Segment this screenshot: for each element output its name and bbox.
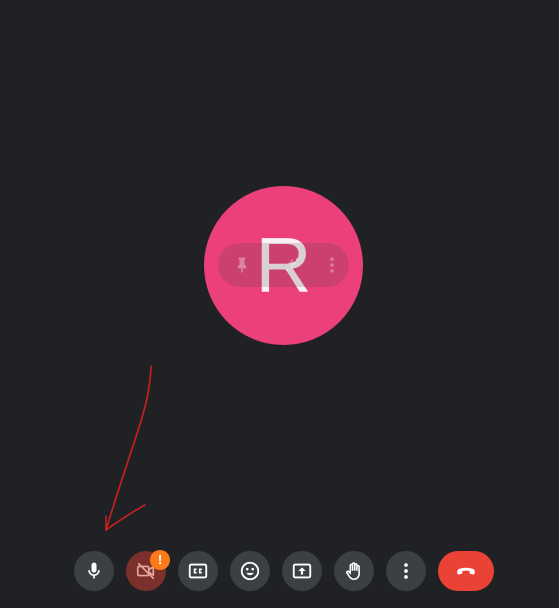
end-call-button[interactable] <box>438 551 494 591</box>
captions-button[interactable] <box>178 551 218 591</box>
reactions-button[interactable] <box>230 551 270 591</box>
tile-hover-controls <box>218 243 349 287</box>
emoji-icon <box>240 561 260 581</box>
present-button[interactable] <box>282 551 322 591</box>
cc-icon <box>188 563 208 579</box>
raise-hand-button[interactable] <box>334 551 374 591</box>
camera-warning-badge: ! <box>150 550 170 570</box>
audio-effects-icon[interactable] <box>282 255 302 275</box>
more-vert-icon <box>404 563 408 579</box>
hand-icon <box>346 562 360 581</box>
more-options-button[interactable] <box>386 551 426 591</box>
pin-icon[interactable] <box>232 255 252 275</box>
more-options-icon[interactable] <box>322 255 342 275</box>
participant-avatar: R <box>204 186 363 345</box>
mic-icon <box>88 562 100 579</box>
meeting-stage: R ! <box>0 0 559 608</box>
present-screen-icon <box>292 563 312 579</box>
microphone-button[interactable] <box>74 551 114 591</box>
call-end-icon <box>457 567 475 575</box>
